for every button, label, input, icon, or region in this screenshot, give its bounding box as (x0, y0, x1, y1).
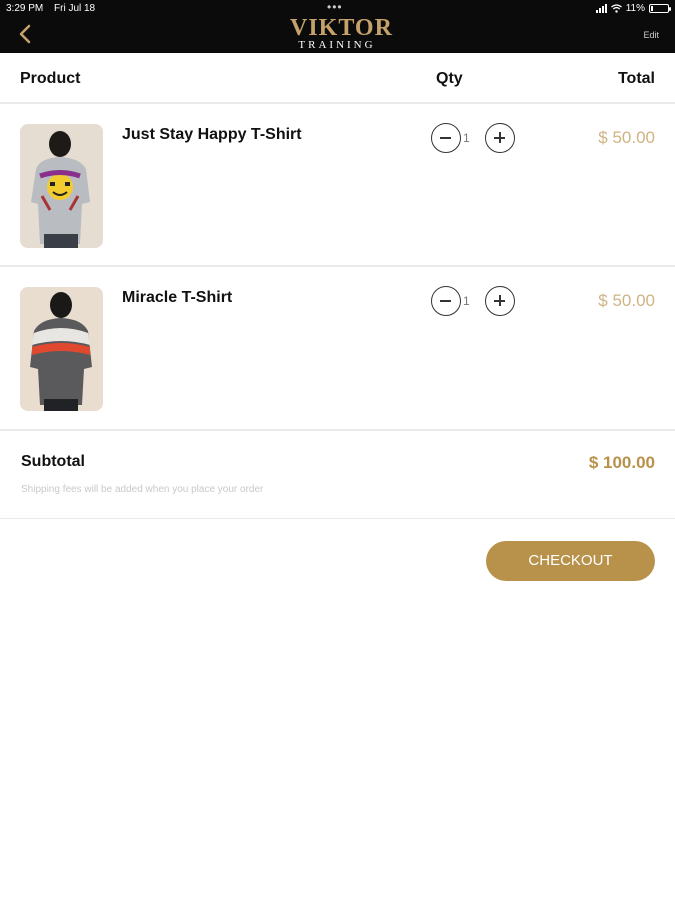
divider (0, 429, 675, 431)
increase-qty-button[interactable] (485, 123, 515, 153)
item-price: $ 50.00 (598, 128, 655, 147)
product-name[interactable]: Just Stay Happy T-Shirt (122, 126, 302, 144)
quantity-value: 1 (463, 131, 470, 145)
product-image[interactable] (20, 287, 103, 411)
signal-icon (595, 4, 607, 13)
logo-main-text: VIKTOR (290, 15, 393, 41)
divider (0, 518, 675, 519)
edit-button[interactable]: Edit (643, 30, 659, 40)
header-product: Product (20, 70, 81, 87)
logo-sub-text: TRAINING (298, 39, 376, 51)
increase-qty-button[interactable] (485, 286, 515, 316)
top-bar: 3:29 PM Fri Jul 18 ••• 11% VIKTOR TRAINI… (0, 0, 675, 53)
subtotal-label: Subtotal (21, 453, 85, 470)
decrease-qty-button[interactable] (431, 286, 461, 316)
quantity-value: 1 (463, 294, 470, 308)
cart-item: Miracle T-Shirt 1 $ 50.00 (0, 267, 675, 427)
battery-percent: 11% (625, 3, 645, 14)
header-qty: Qty (436, 70, 463, 87)
multitask-dots[interactable]: ••• (327, 0, 343, 14)
viktor-training-logo: VIKTOR TRAINING (290, 15, 393, 53)
battery-icon (649, 4, 671, 13)
item-price: $ 50.00 (598, 291, 655, 310)
back-button[interactable] (14, 22, 36, 46)
tshirt-back-photo (20, 124, 103, 248)
tshirt-back-photo (20, 287, 103, 411)
wifi-icon (610, 4, 622, 13)
chevron-left-icon (19, 24, 31, 44)
status-date: Fri Jul 18 (54, 3, 96, 14)
checkout-button[interactable]: CHECKOUT (486, 541, 655, 581)
product-image[interactable] (20, 124, 103, 248)
cart-item: Just Stay Happy T-Shirt 1 $ 50.00 (0, 104, 675, 264)
status-time: 3:29 PM (6, 3, 44, 14)
status-indicators: 11% (595, 3, 671, 14)
subtotal-value: $ 100.00 (588, 453, 655, 472)
product-name[interactable]: Miracle T-Shirt (122, 289, 232, 307)
header-total: Total (617, 70, 655, 87)
shipping-note: Shipping fees will be added when you pla… (21, 484, 264, 495)
decrease-qty-button[interactable] (431, 123, 461, 153)
